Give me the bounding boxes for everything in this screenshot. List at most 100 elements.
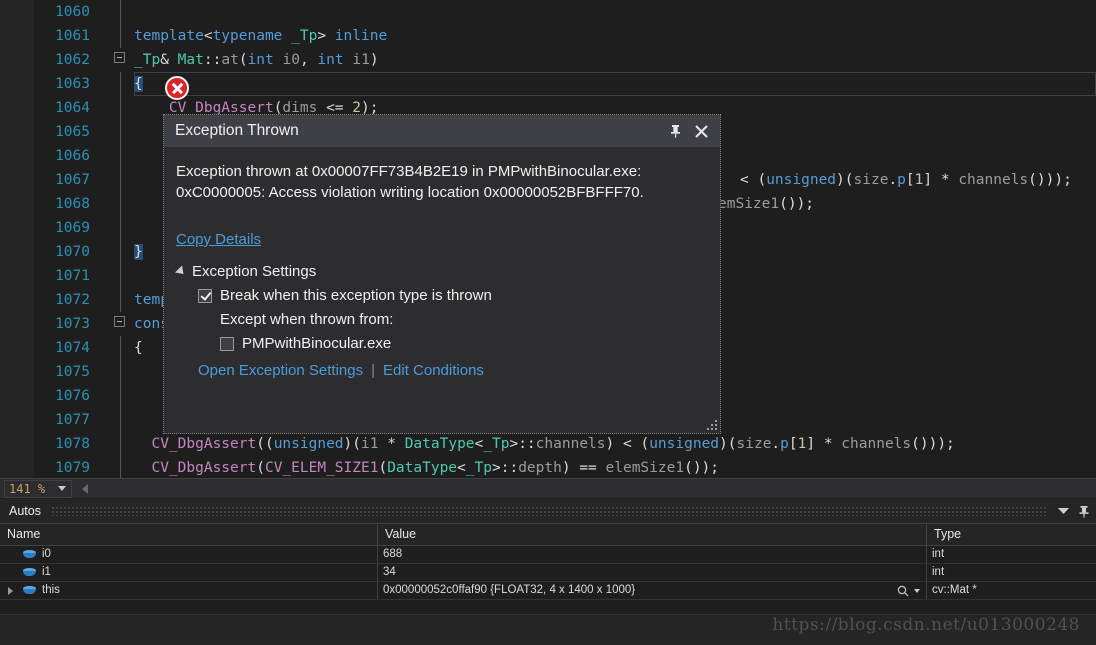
glyph-margin[interactable]: [0, 168, 34, 192]
glyph-margin[interactable]: [0, 456, 34, 478]
table-row[interactable]: i1 34 int: [0, 564, 1096, 582]
variable-value: 34: [383, 566, 396, 578]
line-number: 1066: [34, 144, 90, 168]
glyph-margin[interactable]: [0, 360, 34, 384]
glyph-margin[interactable]: [0, 408, 34, 432]
column-header-name[interactable]: Name: [0, 524, 378, 545]
module-exclusion-checkbox[interactable]: [220, 336, 234, 351]
indent-guide: [120, 456, 121, 478]
copy-details-link[interactable]: Copy Details: [176, 231, 261, 248]
code-line[interactable]: 1062 _Tp& Mat::at(int i0, int i1): [0, 48, 1096, 72]
autos-table[interactable]: Name Value Type i0 688 int i1 34 int thi…: [0, 524, 1096, 615]
panel-drag-dots[interactable]: [50, 506, 1046, 516]
open-exception-settings-link[interactable]: Open Exception Settings: [198, 362, 363, 379]
glyph-margin[interactable]: [0, 264, 34, 288]
indent-guide: [120, 264, 121, 288]
indent-guide: [120, 408, 121, 432]
column-header-type[interactable]: Type: [927, 524, 1096, 545]
indent-guide: [120, 168, 121, 192]
line-number: 1065: [34, 120, 90, 144]
dialog-title-bar[interactable]: Exception Thrown: [164, 115, 720, 147]
code-line[interactable]: 1078 CV_DbgAssert((unsigned)(i1 * DataTy…: [0, 432, 1096, 456]
module-exclusion-label: PMPwithBinocular.exe: [242, 335, 392, 352]
glyph-margin[interactable]: [0, 72, 34, 96]
line-number: 1061: [34, 24, 90, 48]
zoom-level-value: 141 %: [9, 481, 46, 496]
zoom-level-combo[interactable]: 141 %: [4, 479, 72, 498]
line-number: 1075: [34, 360, 90, 384]
code-text: {: [134, 76, 143, 92]
indent-guide: [120, 144, 121, 168]
line-number: 1060: [34, 0, 90, 24]
variable-name: i1: [42, 566, 51, 578]
error-marker-icon[interactable]: [165, 76, 189, 100]
field-icon: [23, 586, 36, 595]
current-line-highlight: [134, 72, 1096, 96]
glyph-margin[interactable]: [0, 312, 34, 336]
indent-guide: [120, 0, 121, 24]
glyph-margin[interactable]: [0, 0, 34, 24]
code-line[interactable]: 1060: [0, 0, 1096, 24]
pin-icon[interactable]: [662, 118, 688, 144]
column-header-value[interactable]: Value: [378, 524, 927, 545]
glyph-margin[interactable]: [0, 288, 34, 312]
exception-message: Exception thrown at 0x00007FF73B4B2E19 i…: [176, 163, 644, 201]
code-text-fragment: emSize1());: [718, 196, 815, 212]
glyph-margin[interactable]: [0, 240, 34, 264]
edit-conditions-link[interactable]: Edit Conditions: [383, 362, 484, 379]
line-number: 1070: [34, 240, 90, 264]
indent-guide: [120, 96, 121, 120]
indent-guide: [120, 384, 121, 408]
glyph-margin[interactable]: [0, 432, 34, 456]
glyph-margin[interactable]: [0, 384, 34, 408]
chevron-down-icon[interactable]: [1054, 502, 1072, 520]
exception-settings-section-header[interactable]: Exception Settings: [174, 263, 707, 280]
code-text: _Tp& Mat::at(int i0, int i1): [134, 52, 379, 68]
glyph-margin[interactable]: [0, 192, 34, 216]
chevron-down-icon: [174, 265, 188, 278]
code-line[interactable]: 1079 CV_DbgAssert(CV_ELEM_SIZE1(DataType…: [0, 456, 1096, 478]
glyph-margin[interactable]: [0, 216, 34, 240]
module-exclusion-row[interactable]: PMPwithBinocular.exe: [220, 335, 707, 352]
glyph-margin[interactable]: [0, 24, 34, 48]
code-text: {: [134, 340, 143, 356]
resize-grip-icon[interactable]: [705, 418, 717, 430]
code-text: CV_DbgAssert(CV_ELEM_SIZE1(DataType<_Tp>…: [151, 460, 720, 476]
table-row[interactable]: this 0x00000052c0ffaf90 {FLOAT32, 4 x 14…: [0, 582, 1096, 600]
fold-toggle[interactable]: [114, 52, 128, 66]
watermark: https://blog.csdn.net/u013000248: [772, 615, 1080, 635]
pin-icon[interactable]: [1075, 502, 1093, 520]
exception-settings-label: Exception Settings: [192, 263, 317, 280]
glyph-margin[interactable]: [0, 144, 34, 168]
break-when-thrown-row[interactable]: Break when this exception type is thrown: [198, 287, 707, 304]
search-icon[interactable]: [894, 585, 912, 597]
break-when-thrown-label: Break when this exception type is thrown: [220, 287, 492, 304]
line-number: 1062: [34, 48, 90, 72]
code-line[interactable]: 1061 template<typename _Tp> inline: [0, 24, 1096, 48]
cell-name[interactable]: this: [0, 582, 378, 599]
expand-row-toggle[interactable]: [4, 586, 17, 595]
fold-toggle[interactable]: [114, 316, 128, 330]
cell-value[interactable]: 688: [378, 546, 927, 563]
line-number: 1077: [34, 408, 90, 432]
cell-name[interactable]: i0: [0, 546, 378, 563]
close-icon[interactable]: [688, 118, 714, 144]
glyph-margin[interactable]: [0, 336, 34, 360]
indent-guide: [120, 240, 121, 264]
chevron-down-icon[interactable]: [914, 588, 920, 593]
cell-name[interactable]: i1: [0, 564, 378, 581]
cell-value[interactable]: 0x00000052c0ffaf90 {FLOAT32, 4 x 1400 x …: [378, 582, 927, 599]
exception-thrown-dialog[interactable]: Exception Thrown Exception thrown at 0x0…: [163, 114, 721, 434]
variable-value: 0x00000052c0ffaf90 {FLOAT32, 4 x 1400 x …: [383, 584, 636, 596]
horizontal-scroll-left-arrow-icon[interactable]: [82, 483, 88, 494]
table-row[interactable]: i0 688 int: [0, 546, 1096, 564]
glyph-margin[interactable]: [0, 48, 34, 72]
glyph-margin[interactable]: [0, 96, 34, 120]
chevron-down-icon[interactable]: [58, 486, 66, 491]
glyph-margin[interactable]: [0, 120, 34, 144]
line-number: 1064: [34, 96, 90, 120]
break-when-thrown-checkbox[interactable]: [198, 288, 212, 303]
line-number: 1068: [34, 192, 90, 216]
cell-value[interactable]: 34: [378, 564, 927, 581]
line-number: 1067: [34, 168, 90, 192]
